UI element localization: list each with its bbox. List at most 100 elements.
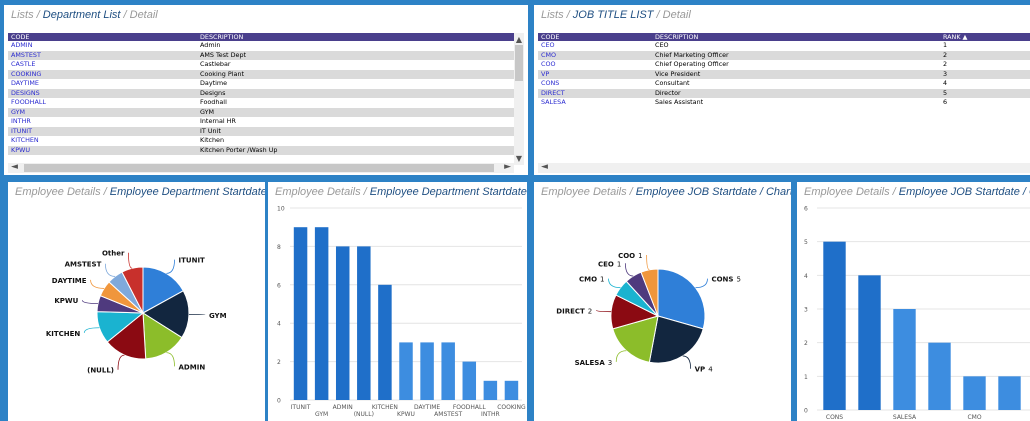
- code-link[interactable]: CMO: [538, 50, 652, 60]
- code-link[interactable]: COOKING: [8, 69, 197, 79]
- scroll-left-icon[interactable]: ◄: [541, 162, 548, 172]
- bar[interactable]: [420, 342, 434, 400]
- table-row[interactable]: GYM GYM: [8, 107, 514, 117]
- code-link[interactable]: CEO: [538, 41, 652, 51]
- y-tick-label: 1: [804, 374, 808, 381]
- table-row[interactable]: CMO Chief Marketing Officer 2: [538, 50, 1030, 60]
- code-link[interactable]: SALESA: [538, 98, 652, 108]
- table-row[interactable]: CONS Consultant 4: [538, 79, 1030, 89]
- bar[interactable]: [823, 241, 846, 410]
- breadcrumb-page-link[interactable]: Department List: [43, 9, 121, 21]
- bar[interactable]: [441, 342, 455, 400]
- pie-slice-label: GYM: [209, 312, 227, 320]
- rank-cell: 1: [943, 41, 948, 49]
- pie-leader-line: [166, 352, 175, 367]
- job-pie-chart: CONS 5 VP 4 SALESA 3 DIRECT 2 CMO 1 CEO 1COO 1: [556, 252, 741, 374]
- breadcrumb-page-link[interactable]: JOB TITLE LIST: [573, 9, 654, 21]
- table-row[interactable]: CASTLE Castlebar: [8, 60, 514, 70]
- code-link[interactable]: DESIGNS: [8, 88, 197, 98]
- scroll-right-icon[interactable]: ►: [504, 162, 511, 172]
- breadcrumb-page-link[interactable]: Employee JOB Startdate / Chart: [636, 186, 791, 198]
- table-row[interactable]: AMSTEST AMS Test Dept: [8, 50, 514, 60]
- pie-slice-label: CMO 1: [579, 276, 605, 284]
- code-link[interactable]: AMSTEST: [8, 50, 197, 60]
- code-link[interactable]: DIRECT: [538, 88, 652, 98]
- bar[interactable]: [314, 227, 329, 400]
- scrollbar-thumb[interactable]: [24, 164, 494, 172]
- column-header-description[interactable]: DESCRIPTION: [652, 33, 940, 41]
- department-pie-panel: Employee Details / Employee Department S…: [8, 182, 265, 421]
- pie-leader-line: [646, 255, 650, 271]
- table-row[interactable]: DIRECT Director 5: [538, 88, 1030, 98]
- y-tick-label: 0: [804, 408, 808, 415]
- description-cell: Consultant: [655, 79, 690, 87]
- column-header-description[interactable]: DESCRIPTION: [197, 33, 514, 41]
- code-link[interactable]: DAYTIME: [8, 79, 197, 89]
- y-tick-label: 3: [804, 307, 808, 314]
- x-tick-label: INTHR: [481, 411, 500, 418]
- bar[interactable]: [399, 342, 413, 400]
- table-row[interactable]: KITCHEN Kitchen: [8, 136, 514, 146]
- description-cell: AMS Test Dept: [197, 50, 514, 60]
- bar[interactable]: [462, 361, 477, 400]
- scroll-down-icon[interactable]: ▼: [514, 154, 524, 163]
- table-row[interactable]: COOKING Cooking Plant: [8, 69, 514, 79]
- table-row[interactable]: INTHR Internal HR: [8, 117, 514, 127]
- y-tick-label: 2: [277, 359, 281, 366]
- bar[interactable]: [293, 227, 308, 400]
- pie-leader-line: [695, 278, 708, 289]
- table-row[interactable]: DESIGNS Designs: [8, 88, 514, 98]
- pie-slice-label: Other: [102, 250, 125, 258]
- scroll-up-icon[interactable]: ▲: [514, 35, 524, 44]
- x-tick-label: (NULL): [354, 411, 374, 418]
- code-link[interactable]: FOODHALL: [8, 98, 197, 108]
- bar[interactable]: [998, 376, 1021, 410]
- code-link[interactable]: INTHR: [8, 117, 197, 127]
- horizontal-scrollbar[interactable]: ◄: [538, 162, 1030, 173]
- table-row[interactable]: FOODHALL Foodhall: [8, 98, 514, 108]
- code-link[interactable]: GYM: [8, 107, 197, 117]
- pie-leader-line: [83, 327, 100, 333]
- scroll-left-icon[interactable]: ◄: [11, 162, 18, 172]
- bar[interactable]: [963, 376, 986, 410]
- table-row[interactable]: VP Vice President 3: [538, 69, 1030, 79]
- vertical-scrollbar[interactable]: ▲ ▼: [514, 33, 524, 165]
- bar[interactable]: [378, 284, 392, 400]
- code-link[interactable]: KPWU: [8, 145, 197, 155]
- code-link[interactable]: KITCHEN: [8, 136, 197, 146]
- breadcrumb-root: Lists /: [541, 9, 573, 21]
- code-link[interactable]: COO: [538, 60, 652, 70]
- bar[interactable]: [928, 342, 951, 410]
- breadcrumb: Employee Details / Employee JOB Startdat…: [541, 186, 791, 198]
- table-row[interactable]: KPWU Kitchen Porter /Wash Up: [8, 145, 514, 155]
- table-row[interactable]: SALESA Sales Assistant 6: [538, 98, 1030, 108]
- description-cell: Admin: [200, 41, 221, 49]
- code-link[interactable]: ITUNIT: [8, 126, 197, 136]
- column-header-code[interactable]: CODE: [8, 33, 197, 41]
- bar[interactable]: [858, 275, 881, 410]
- bar[interactable]: [335, 246, 350, 400]
- scrollbar-thumb[interactable]: [515, 45, 523, 81]
- x-tick-label: DAYTIME: [414, 404, 440, 411]
- bar[interactable]: [893, 309, 916, 410]
- code-link[interactable]: CASTLE: [8, 60, 197, 70]
- code-link[interactable]: VP: [538, 69, 652, 79]
- table-row[interactable]: ITUNIT IT Unit: [8, 126, 514, 136]
- rank-cell: 2: [943, 60, 948, 68]
- table-row[interactable]: ADMIN Admin: [8, 41, 514, 51]
- pie-slice-label: DAYTIME: [52, 277, 87, 285]
- department-table: CODE DESCRIPTION ADMIN Admin AMSTEST AMS Te…: [8, 33, 514, 155]
- column-header-rank[interactable]: RANK ▲: [940, 33, 1030, 41]
- table-row[interactable]: DAYTIME Daytime: [8, 79, 514, 89]
- horizontal-scrollbar[interactable]: ◄ ►: [8, 162, 514, 173]
- bar[interactable]: [357, 246, 371, 400]
- column-header-code[interactable]: CODE: [538, 33, 652, 41]
- breadcrumb-page-link[interactable]: Employee Department Startdate / Chart: [110, 186, 265, 198]
- pie-slice-label: COO 1: [618, 252, 643, 260]
- code-link[interactable]: ADMIN: [8, 41, 197, 51]
- code-link[interactable]: CONS: [538, 79, 652, 89]
- table-row[interactable]: COO Chief Operating Officer 2: [538, 60, 1030, 70]
- table-row[interactable]: CEO CEO 1: [538, 41, 1030, 51]
- bar[interactable]: [483, 380, 498, 400]
- bar[interactable]: [504, 380, 519, 400]
